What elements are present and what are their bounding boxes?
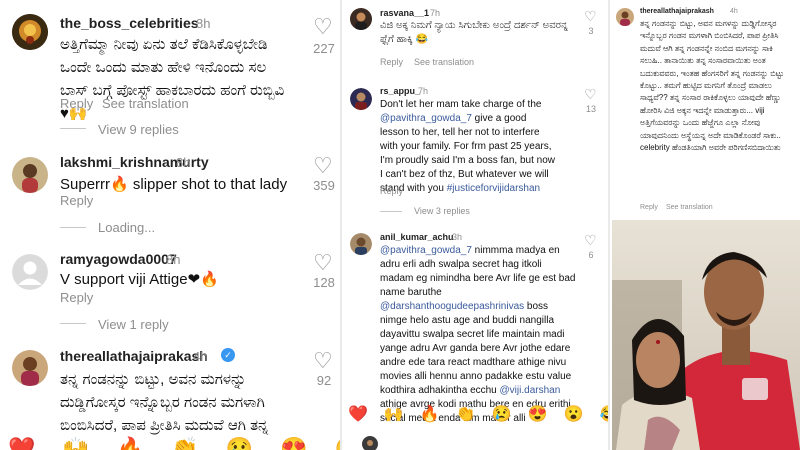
comment-text: @pavithra_gowda_7 nimmma madya en adru e… (380, 245, 576, 424)
like-count: 92 (316, 373, 332, 388)
reply-button[interactable]: Reply (640, 204, 658, 211)
avatar[interactable] (350, 88, 372, 110)
comment-time: 7h (418, 86, 429, 96)
heart-eyes-emoji[interactable]: 😍 (528, 404, 548, 424)
comment-text: ಅತ್ತಿಗೆಮ್ಮಾ ನೀವು ಏನು ತಲೆ ಕೆಡಿಸಿಕೊಳ್ಳಬೇಡಿ… (60, 36, 285, 122)
comments-panel-left: the_boss_celebrities 8h ಅತ್ತಿಗೆಮ್ಮಾ ನೀವು… (0, 0, 340, 450)
surprised-emoji[interactable]: 😮 (564, 404, 584, 424)
like-heart-icon[interactable]: ♡ (313, 250, 333, 276)
emoji-reaction-bar: ❤️ 🙌 🔥 👏 😢 😍 😮 😂 (348, 404, 608, 424)
comment-time: 4h (193, 349, 208, 364)
emoji-reaction-bar: ❤️ 🙌 🔥 👏 😢 😍 😮 😂 (8, 436, 340, 450)
comment-username[interactable]: ramyagowda0007 (60, 251, 177, 267)
comments-panel-middle: rasvana__1 7h ವಿಜಿ ಅಕ್ಕ ನಿಮಗೆ ನ್ಯಾಯ ಸಿಗು… (342, 0, 608, 450)
comment-text: V support viji Attige❤🔥 (60, 271, 219, 288)
comment-text: ತನ್ನ ಗಂಡನನ್ನು ಬಿಟ್ಟು, ಅವನ ಮಗಳನ್ನು ದುಡ್ಡಿ… (640, 19, 785, 153)
like-count: 128 (313, 275, 335, 290)
reply-button[interactable]: Reply (60, 290, 93, 305)
comment-text: Superrr🔥 slipper shot to that lady (60, 176, 288, 193)
like-count: 3 (588, 26, 594, 36)
comment-time: 3h (452, 232, 463, 242)
clap-emoji[interactable]: 👏 (456, 404, 476, 424)
avatar[interactable] (616, 8, 634, 26)
fire-emoji[interactable]: 🔥 (117, 436, 144, 450)
clap-emoji[interactable]: 👏 (171, 436, 198, 450)
reply-button[interactable]: Reply (60, 193, 93, 208)
loading-text: Loading... (98, 220, 156, 235)
heart-emoji[interactable]: ❤️ (348, 404, 368, 424)
like-heart-icon[interactable]: ♡ (584, 8, 597, 25)
crying-emoji[interactable]: 😢 (226, 436, 253, 450)
avatar[interactable] (12, 350, 48, 386)
avatar[interactable] (362, 436, 378, 450)
avatar[interactable] (12, 254, 48, 290)
comment-time: 4h (730, 8, 738, 15)
avatar[interactable] (350, 8, 372, 30)
like-count: 359 (313, 178, 335, 193)
couple-photo (612, 220, 800, 450)
comment-time: 7h (430, 8, 441, 18)
like-count: 227 (313, 41, 335, 56)
like-heart-icon[interactable]: ♡ (313, 14, 333, 40)
user-mention-link[interactable]: @viji.darshan (500, 385, 561, 396)
comment-username[interactable]: rs_appu_ (380, 86, 420, 96)
fire-emoji[interactable]: 🔥 (420, 404, 440, 424)
comment-time: 8h (166, 252, 181, 267)
reply-button[interactable]: Reply (380, 186, 403, 196)
hashtag-link[interactable]: #justiceforvijidarshan (447, 183, 540, 194)
comment-text: Don't let her mam take charge of the @pa… (380, 99, 556, 194)
like-heart-icon[interactable]: ♡ (584, 232, 597, 249)
heart-emoji[interactable]: ❤️ (8, 436, 35, 450)
user-mention-link[interactable]: @darshanthoogudeepashrinivas (380, 301, 524, 312)
see-translation-button[interactable]: See translation (666, 204, 713, 211)
like-heart-icon[interactable]: ♡ (313, 348, 333, 374)
laughing-emoji[interactable]: 😂 (599, 404, 608, 424)
like-heart-icon[interactable]: ♡ (313, 153, 333, 179)
like-count: 6 (588, 250, 594, 260)
comment-username[interactable]: the_boss_celebrities (60, 15, 199, 31)
view-replies-button[interactable]: View 9 replies (98, 122, 179, 137)
reply-button[interactable]: Reply (380, 57, 403, 67)
crying-emoji[interactable]: 😢 (492, 404, 512, 424)
like-count: 13 (585, 104, 596, 114)
see-translation-button[interactable]: See translation (414, 57, 474, 67)
divider (60, 323, 86, 324)
divider (60, 128, 86, 129)
comment-time: 8h (176, 155, 191, 170)
view-replies-button[interactable]: View 1 reply (98, 317, 169, 332)
comment-panel-right: thereallathajaiprakash 4h ತನ್ನ ಗಂಡನನ್ನು … (610, 0, 800, 450)
comment-username[interactable]: rasvana__1 (380, 8, 429, 18)
avatar[interactable] (12, 157, 48, 193)
reply-button[interactable]: Reply (60, 96, 93, 111)
raised-hands-emoji[interactable]: 🙌 (384, 404, 404, 424)
comment-username[interactable]: thereallathajaiprakash (640, 8, 714, 15)
divider (380, 211, 402, 212)
verified-badge-icon: ✓ (221, 348, 235, 362)
comment-username[interactable]: thereallathajaiprakash (60, 348, 208, 364)
see-translation-button[interactable]: See translation (102, 96, 189, 111)
like-heart-icon[interactable]: ♡ (584, 86, 597, 103)
view-replies-button[interactable]: View 3 replies (414, 206, 470, 216)
user-mention-link[interactable]: @pavithra_gowda_7 (380, 113, 472, 124)
user-mention-link[interactable]: @pavithra_gowda_7 (380, 245, 472, 256)
raised-hands-emoji[interactable]: 🙌 (62, 436, 89, 450)
comment-time: 8h (196, 16, 211, 31)
comment-username[interactable]: anil_kumar_achu (380, 232, 454, 242)
avatar[interactable] (350, 233, 372, 255)
comment-text: ವಿಜಿ ಅಕ್ಕ ನಿಮಗೆ ನ್ಯಾಯ ಸಿಗುಬೇಕು ಅಂದ್ರೆ ದರ… (380, 20, 568, 45)
heart-eyes-emoji[interactable]: 😍 (280, 436, 307, 450)
divider (60, 227, 86, 228)
avatar[interactable] (12, 14, 48, 50)
comment-text: ತನ್ನ ಗಂಡನನ್ನು ಬಿಟ್ಟು, ಅವನ ಮಗಳನ್ನು ದುಡ್ಡಿ… (60, 371, 269, 434)
